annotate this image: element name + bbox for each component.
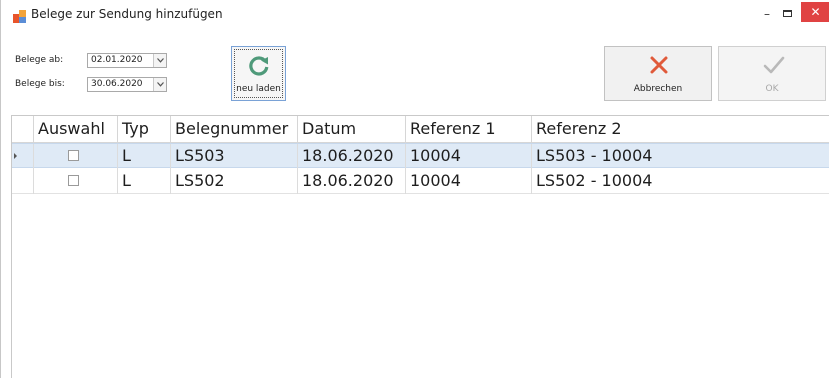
cell-belegnummer: LS502	[171, 169, 298, 194]
dialog-window: Belege zur Sendung hinzufügen – ✕ Belege…	[0, 0, 829, 378]
cell-datum: 18.06.2020	[298, 169, 406, 194]
header-indicator	[12, 116, 34, 143]
row-pointer-icon	[14, 153, 17, 159]
column-header-referenz2[interactable]: Referenz 2	[532, 116, 829, 143]
close-button[interactable]: ✕	[801, 2, 829, 22]
grid-header: Auswahl Typ Belegnummer Datum Referenz 1…	[12, 116, 829, 143]
minimize-button[interactable]: –	[760, 6, 774, 22]
cell-typ: L	[118, 144, 171, 169]
title-bar[interactable]: Belege zur Sendung hinzufügen – ✕	[1, 0, 829, 30]
maximize-button[interactable]	[783, 10, 792, 17]
chevron-down-icon	[157, 82, 164, 87]
to-date-dropdown[interactable]	[153, 78, 166, 91]
from-date-value: 02.01.2020	[91, 55, 143, 65]
from-date-dropdown[interactable]	[153, 54, 166, 67]
cancel-button[interactable]: Abbrechen	[604, 46, 712, 101]
ok-label: OK	[765, 84, 779, 94]
cell-referenz2: LS503 - 10004	[536, 146, 653, 165]
app-logo-icon	[13, 10, 27, 23]
cell-auswahl	[34, 144, 118, 169]
from-date-label: Belege ab:	[15, 55, 64, 65]
toolbar: Belege ab: 02.01.2020 Belege bis: 30.06.…	[1, 31, 829, 111]
cell-referenz1: 10004	[406, 169, 532, 194]
to-date-value: 30.06.2020	[91, 79, 143, 89]
cell-referenz1: 10004	[406, 144, 532, 169]
from-date-field[interactable]: 02.01.2020	[87, 53, 167, 68]
reload-label: neu laden	[236, 84, 281, 94]
documents-grid: Auswahl Typ Belegnummer Datum Referenz 1…	[11, 115, 829, 378]
to-date-label: Belege bis:	[15, 79, 65, 89]
column-header-belegnummer[interactable]: Belegnummer	[171, 116, 298, 143]
close-x-icon	[650, 56, 668, 74]
table-row[interactable]: L LS502 18.06.2020 10004 LS502 - 10004	[12, 169, 829, 194]
row-indicator	[12, 144, 34, 169]
column-header-typ[interactable]: Typ	[118, 116, 171, 143]
to-date-field[interactable]: 30.06.2020	[87, 77, 167, 92]
checkmark-icon	[763, 56, 785, 74]
select-checkbox[interactable]	[68, 175, 79, 186]
window-title: Belege zur Sendung hinzufügen	[31, 7, 223, 21]
select-checkbox[interactable]	[68, 150, 79, 161]
cell-typ: L	[118, 169, 171, 194]
table-row[interactable]: L LS503 18.06.2020 10004 LS503 - 10004	[12, 143, 829, 169]
ok-button[interactable]: OK	[718, 46, 826, 101]
column-header-auswahl[interactable]: Auswahl	[34, 116, 118, 143]
cell-belegnummer: LS503	[171, 144, 298, 169]
column-header-referenz1[interactable]: Referenz 1	[406, 116, 532, 143]
row-indicator	[12, 169, 34, 194]
column-header-datum[interactable]: Datum	[298, 116, 406, 143]
cancel-label: Abbrechen	[633, 84, 683, 94]
cell-referenz2: LS502 - 10004	[536, 171, 653, 190]
chevron-down-icon	[157, 58, 164, 63]
cell-datum: 18.06.2020	[298, 144, 406, 169]
refresh-icon	[249, 56, 269, 76]
reload-button[interactable]: neu laden	[231, 46, 286, 101]
cell-auswahl	[34, 169, 118, 194]
